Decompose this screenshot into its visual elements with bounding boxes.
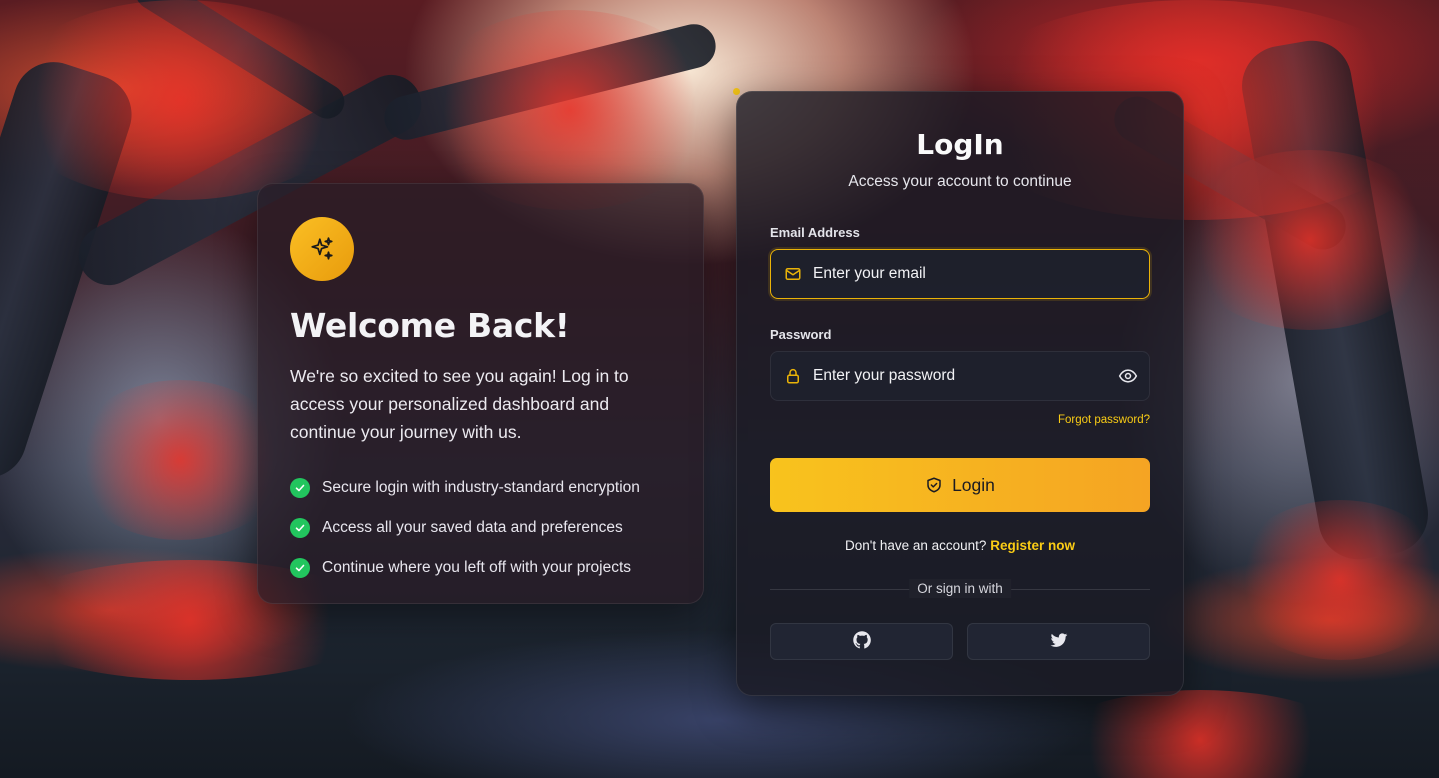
forest-background	[0, 0, 1439, 778]
feature-label: Secure login with industry-standard encr…	[322, 479, 640, 496]
login-title: LogIn	[916, 128, 1004, 161]
password-input[interactable]	[811, 351, 1117, 401]
sparkles-icon	[290, 217, 354, 281]
feature-item: Secure login with industry-standard encr…	[290, 468, 671, 508]
decorative-dot	[733, 88, 740, 95]
twitter-icon	[1049, 630, 1069, 653]
check-circle-icon	[290, 478, 310, 498]
password-field-wrapper[interactable]	[770, 351, 1150, 401]
feature-item: Continue where you left off with your pr…	[290, 548, 671, 588]
check-circle-icon	[290, 558, 310, 578]
login-button-label: Login	[952, 474, 995, 495]
login-panel: LogIn Access your account to continue Em…	[736, 91, 1184, 696]
login-subtitle: Access your account to continue	[848, 173, 1072, 190]
forgot-password-link[interactable]: Forgot password?	[1058, 414, 1150, 426]
github-login-button[interactable]	[770, 623, 953, 660]
twitter-login-button[interactable]	[967, 623, 1150, 660]
feature-label: Continue where you left off with your pr…	[322, 559, 632, 576]
feature-label: Access all your saved data and preferenc…	[322, 519, 623, 536]
divider-label: Or sign in with	[909, 579, 1011, 598]
register-prompt: Don't have an account?	[845, 538, 987, 553]
feature-item: Access all your saved data and preferenc…	[290, 508, 671, 548]
email-label: Email Address	[770, 225, 860, 240]
email-field-wrapper[interactable]	[770, 249, 1150, 299]
login-button[interactable]: Login	[770, 458, 1150, 512]
email-input[interactable]	[811, 249, 1149, 299]
welcome-title: Welcome Back!	[290, 306, 570, 345]
eye-icon[interactable]	[1117, 365, 1139, 387]
welcome-description: We're so excited to see you again! Log i…	[290, 366, 629, 442]
register-link[interactable]: Register now	[990, 538, 1075, 553]
welcome-panel: Welcome Back! We're so excited to see yo…	[257, 183, 704, 604]
check-circle-icon	[290, 518, 310, 538]
register-row: Don't have an account? Register now	[770, 538, 1150, 553]
feature-list: Secure login with industry-standard encr…	[290, 468, 671, 588]
social-buttons	[770, 623, 1150, 660]
lock-icon	[783, 366, 803, 386]
mail-icon	[783, 264, 803, 284]
password-label: Password	[770, 327, 832, 342]
github-icon	[852, 630, 872, 653]
shield-check-icon	[925, 476, 943, 494]
social-divider: Or sign in with	[770, 579, 1150, 599]
